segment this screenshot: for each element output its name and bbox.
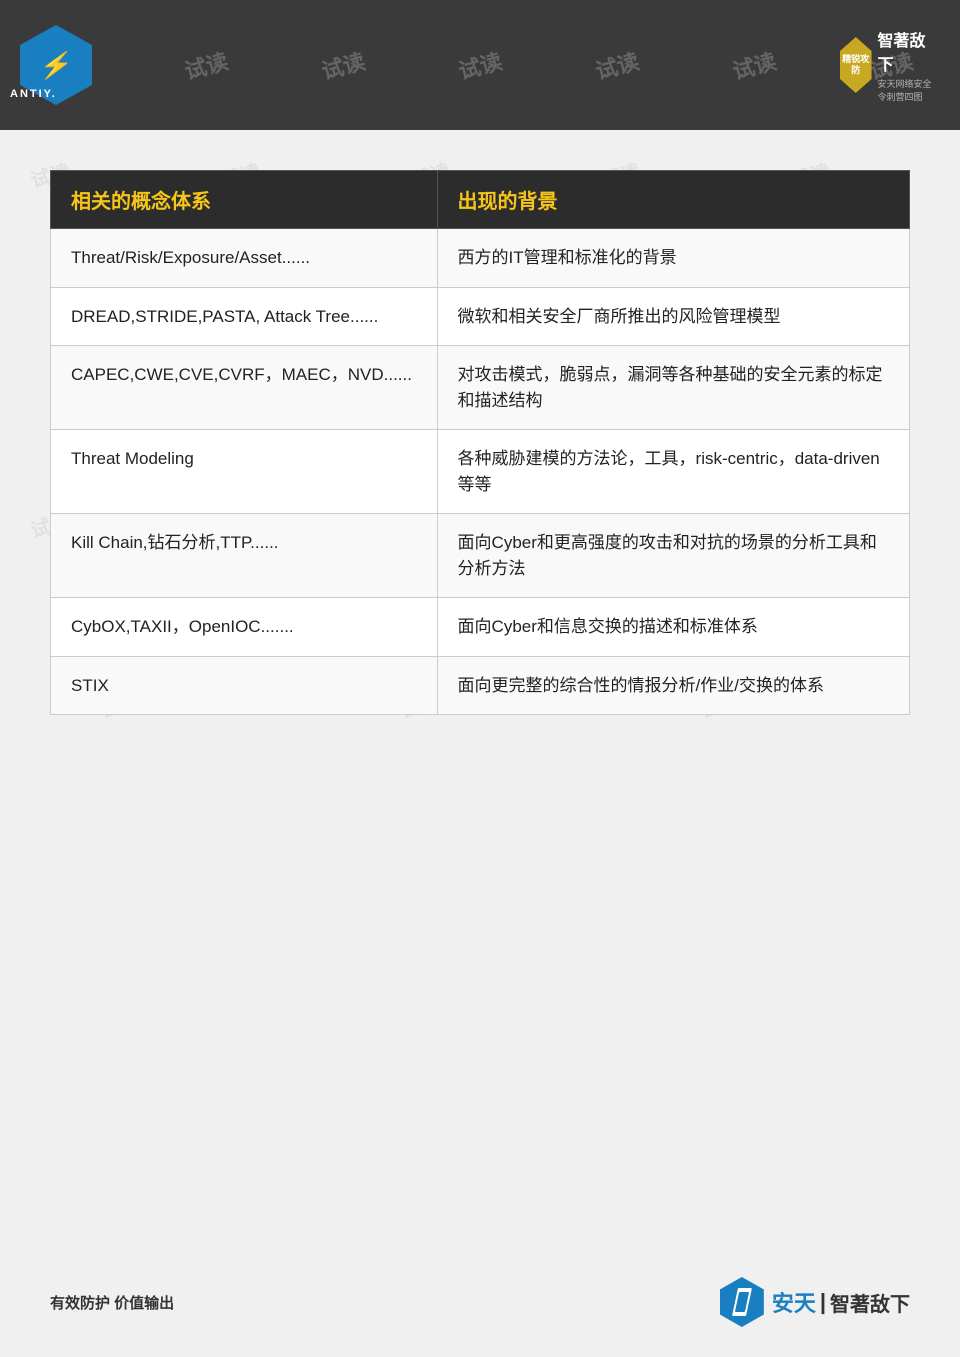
right-logo-text-block: 智著敌下 安天网络安全令刺营四图 (878, 27, 940, 103)
cell-left-3: Threat Modeling (51, 430, 438, 514)
table-row: DREAD,STRIDE,PASTA, Attack Tree......微软和… (51, 287, 910, 346)
footer-divider: | (820, 1289, 826, 1315)
concept-table: 相关的概念体系 出现的背景 Threat/Risk/Exposure/Asset… (50, 170, 910, 715)
table-row: STIX面向更完整的综合性的情报分析/作业/交换的体系 (51, 656, 910, 715)
watermark-3: 试读 (317, 44, 368, 86)
cell-right-1: 微软和相关安全厂商所推出的风险管理模型 (437, 287, 909, 346)
cell-right-4: 面向Cyber和更高强度的攻击和对抗的场景的分析工具和分析方法 (437, 514, 909, 598)
watermark-4: 试读 (455, 44, 506, 86)
col1-header: 相关的概念体系 (51, 171, 438, 229)
footer-logo-inner-icon (728, 1284, 756, 1320)
footer-brand: 安天 (772, 1286, 816, 1318)
table-row: Kill Chain,钻石分析,TTP......面向Cyber和更高强度的攻击… (51, 514, 910, 598)
table-row: Threat/Risk/Exposure/Asset......西方的IT管理和… (51, 229, 910, 288)
logo-area: ⚡ ANTIY. (20, 25, 92, 105)
footer-logo-hex (720, 1277, 764, 1327)
cell-left-5: CybOX,TAXII，OpenIOC....... (51, 598, 438, 657)
logo-text: ANTIY. (10, 88, 57, 100)
cell-right-2: 对攻击模式，脆弱点，漏洞等各种基础的安全元素的标定和描述结构 (437, 346, 909, 430)
cell-right-3: 各种威胁建模的方法论，工具，risk-centric，data-driven等等 (437, 430, 909, 514)
right-logo-badge: 精锐攻防 (840, 52, 872, 78)
right-logo-hex: 精锐攻防 (840, 37, 872, 93)
watermark-5: 试读 (592, 44, 643, 86)
cell-left-0: Threat/Risk/Exposure/Asset...... (51, 229, 438, 288)
cell-left-2: CAPEC,CWE,CVE,CVRF，MAEC，NVD...... (51, 346, 438, 430)
footer-brand-block: 安天 | 智著敌下 (772, 1286, 910, 1318)
logo-inner: ⚡ (32, 37, 80, 93)
cell-right-5: 面向Cyber和信息交换的描述和标准体系 (437, 598, 909, 657)
header: 试读 试读 试读 试读 试读 试读 试读 ⚡ ANTIY. 精锐攻防 智著敌下 … (0, 0, 960, 130)
footer-right: 安天 | 智著敌下 (720, 1277, 910, 1327)
cell-left-1: DREAD,STRIDE,PASTA, Attack Tree...... (51, 287, 438, 346)
logo-bolt-icon: ⚡ (37, 50, 75, 81)
cell-left-6: STIX (51, 656, 438, 715)
right-title: 智著敌下 (878, 27, 940, 75)
watermark-2: 试读 (180, 44, 231, 86)
table-row: Threat Modeling各种威胁建模的方法论，工具，risk-centri… (51, 430, 910, 514)
col2-header: 出现的背景 (437, 171, 909, 229)
main-content: 试读 试读 试读 试读 试读 试读 试读 试读 试读 试读 试读 试读 试读 试… (0, 130, 960, 745)
right-logo: 精锐攻防 智著敌下 安天网络安全令刺营四图 (840, 30, 940, 100)
right-subtitle: 安天网络安全令刺营四图 (878, 77, 940, 103)
cell-right-6: 面向更完整的综合性的情报分析/作业/交换的体系 (437, 656, 909, 715)
table-row: CAPEC,CWE,CVE,CVRF，MAEC，NVD......对攻击模式，脆… (51, 346, 910, 430)
table-row: CybOX,TAXII，OpenIOC.......面向Cyber和信息交换的描… (51, 598, 910, 657)
cell-right-0: 西方的IT管理和标准化的背景 (437, 229, 909, 288)
cell-left-4: Kill Chain,钻石分析,TTP...... (51, 514, 438, 598)
footer-brand-sub: 智著敌下 (830, 1288, 910, 1317)
watermark-6: 试读 (729, 44, 780, 86)
footer-left-text: 有效防护 价值输出 (50, 1292, 174, 1313)
header-right: 精锐攻防 智著敌下 安天网络安全令刺营四图 (840, 30, 940, 100)
header-watermarks: 试读 试读 试读 试读 试读 试读 试读 (0, 0, 960, 130)
footer: 有效防护 价值输出 安天 | 智著敌下 (50, 1277, 910, 1327)
